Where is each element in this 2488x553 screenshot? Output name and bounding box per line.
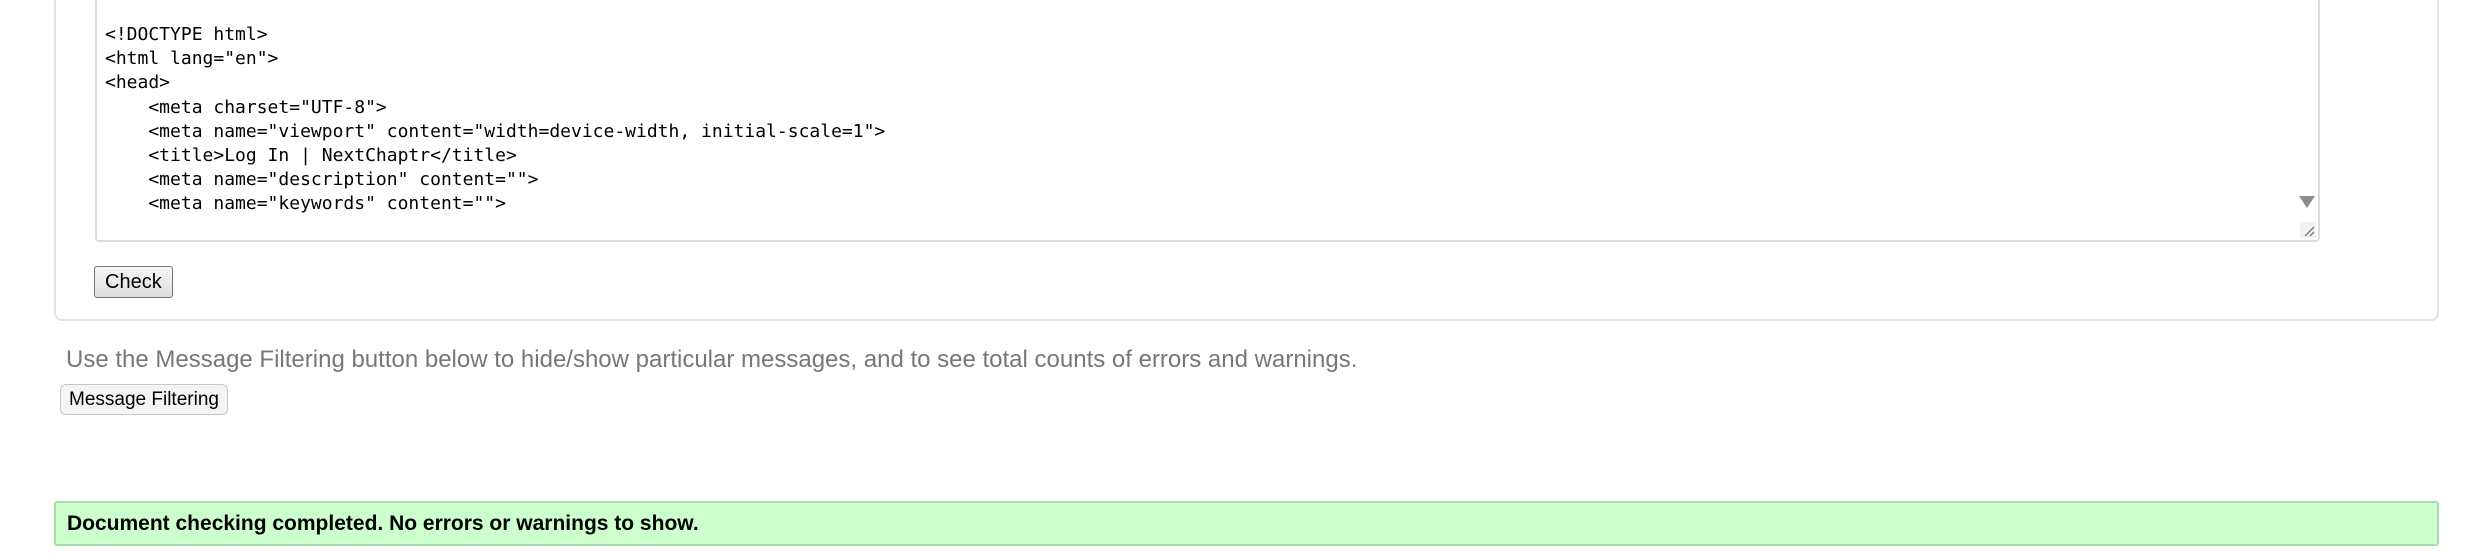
source-code-lines: <!DOCTYPE html> <html lang="en"> <head> … bbox=[105, 23, 885, 217]
code-line: <meta name="description" content=""> bbox=[105, 169, 539, 191]
code-line: <meta charset="UTF-8"> bbox=[105, 96, 387, 118]
vertical-scrollbar[interactable] bbox=[2296, 0, 2318, 240]
validator-page: <!DOCTYPE html> <html lang="en"> <head> … bbox=[0, 0, 2488, 553]
result-status-banner: Document checking completed. No errors o… bbox=[54, 501, 2439, 546]
code-line: <html lang="en"> bbox=[105, 48, 279, 70]
message-filtering-button[interactable]: Message Filtering bbox=[60, 384, 228, 415]
code-line: <meta name="viewport" content="width=dev… bbox=[105, 120, 886, 142]
chevron-down-icon[interactable] bbox=[2299, 196, 2315, 208]
check-button[interactable]: Check bbox=[94, 266, 173, 298]
filtering-hint-text: Use the Message Filtering button below t… bbox=[66, 346, 1358, 373]
code-line: <title>Log In | NextChaptr</title> bbox=[105, 145, 517, 167]
result-status-message: Document checking completed. No errors o… bbox=[67, 512, 699, 535]
source-textarea[interactable]: <!DOCTYPE html> <html lang="en"> <head> … bbox=[95, 0, 2320, 242]
code-line: <!DOCTYPE html> bbox=[105, 24, 268, 45]
code-line: <head> bbox=[105, 72, 171, 94]
resize-grip-icon[interactable] bbox=[2300, 222, 2316, 238]
code-line: <meta name="keywords" content=""> bbox=[105, 193, 506, 215]
